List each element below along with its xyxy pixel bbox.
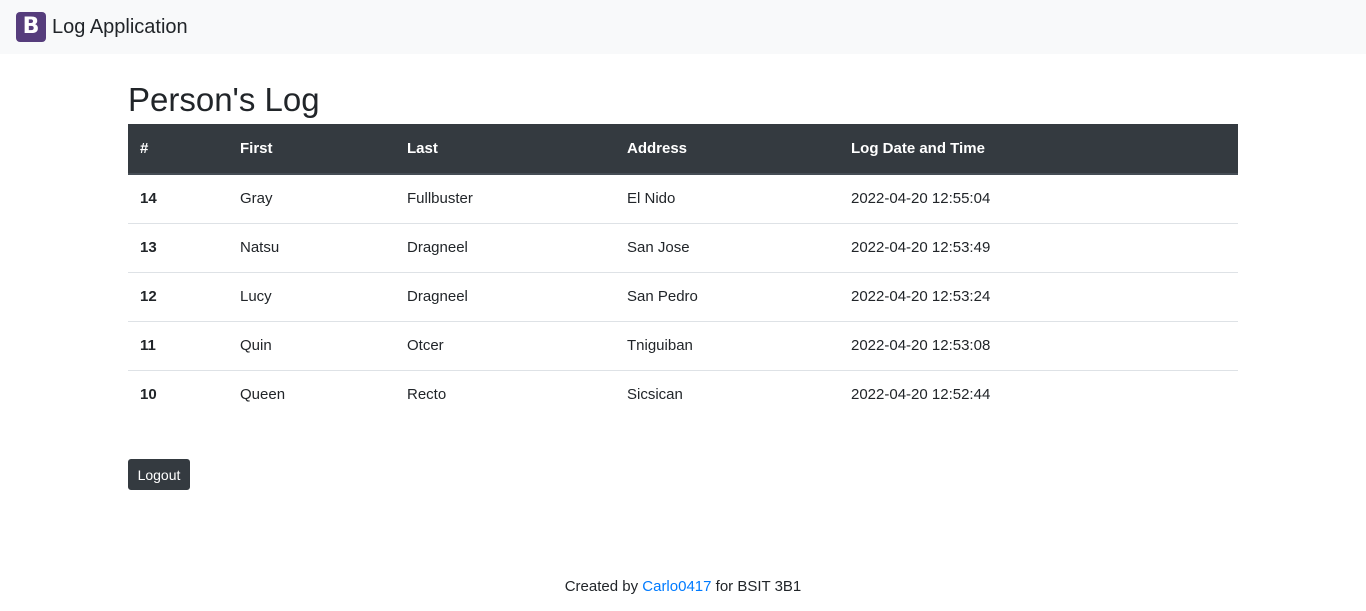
log-table: # First Last Address Log Date and Time 1… (128, 124, 1238, 419)
table-row: 12 Lucy Dragneel San Pedro 2022-04-20 12… (128, 271, 1238, 321)
cell-num: 13 (128, 222, 228, 272)
brand-text: Log Application (52, 15, 188, 38)
footer-suffix: for BSIT 3B1 (715, 578, 802, 595)
table-header-row: # First Last Address Log Date and Time (128, 124, 1238, 175)
navbar-brand[interactable]: B Log Application (16, 12, 188, 42)
cell-datetime: 2022-04-20 12:52:44 (839, 369, 1238, 419)
cell-address: Sicsican (615, 369, 839, 419)
cell-address: El Nido (627, 190, 676, 208)
logout-button[interactable]: Logout (128, 459, 190, 490)
footer-author-link[interactable]: Carlo0417 (642, 578, 711, 595)
cell-num: 11 (128, 320, 228, 370)
cell-last: Dragneel (395, 271, 615, 321)
cell-address: San Jose (615, 222, 839, 272)
header-last: Last (395, 124, 615, 175)
cell-address: San Pedro (615, 271, 839, 321)
header-log-datetime: Log Date and Time (839, 124, 1238, 175)
main-container: Person's Log # First Last Address Log Da… (128, 78, 1238, 419)
footer-prefix: Created by (564, 578, 639, 595)
cell-first: Gray (240, 190, 273, 208)
cell-datetime: 2022-04-20 12:53:49 (839, 222, 1238, 272)
navbar: B Log Application (0, 0, 1366, 54)
cell-first: Natsu (228, 222, 395, 272)
page-title: Person's Log (128, 81, 320, 118)
cell-last: Dragneel (395, 222, 615, 272)
footer: Created by Carlo0417 for BSIT 3B1 (0, 577, 1366, 597)
cell-num: 10 (128, 369, 228, 419)
cell-datetime: 2022-04-20 12:55:04 (851, 190, 991, 208)
cell-last: Fullbuster (407, 190, 473, 208)
cell-datetime: 2022-04-20 12:53:24 (839, 271, 1238, 321)
cell-address: Tniguiban (615, 320, 839, 370)
cell-last: Recto (395, 369, 615, 419)
table-row: 14 Gray Fullbuster El Nido 2022-04-20 12… (128, 174, 1238, 223)
cell-first: Quin (228, 320, 395, 370)
table-row: 10 Queen Recto Sicsican 2022-04-20 12:52… (128, 369, 1238, 419)
cell-first: Lucy (228, 271, 395, 321)
table-row: 11 Quin Otcer Tniguiban 2022-04-20 12:53… (128, 320, 1238, 370)
cell-last: Otcer (395, 320, 615, 370)
cell-num: 12 (128, 271, 228, 321)
bootstrap-logo-icon: B (16, 12, 46, 42)
cell-first: Queen (228, 369, 395, 419)
cell-num: 14 (140, 190, 157, 208)
header-num: # (128, 124, 228, 175)
cell-datetime: 2022-04-20 12:53:08 (839, 320, 1238, 370)
header-address: Address (615, 124, 839, 175)
table-row: 13 Natsu Dragneel San Jose 2022-04-20 12… (128, 222, 1238, 272)
header-first: First (228, 124, 395, 175)
